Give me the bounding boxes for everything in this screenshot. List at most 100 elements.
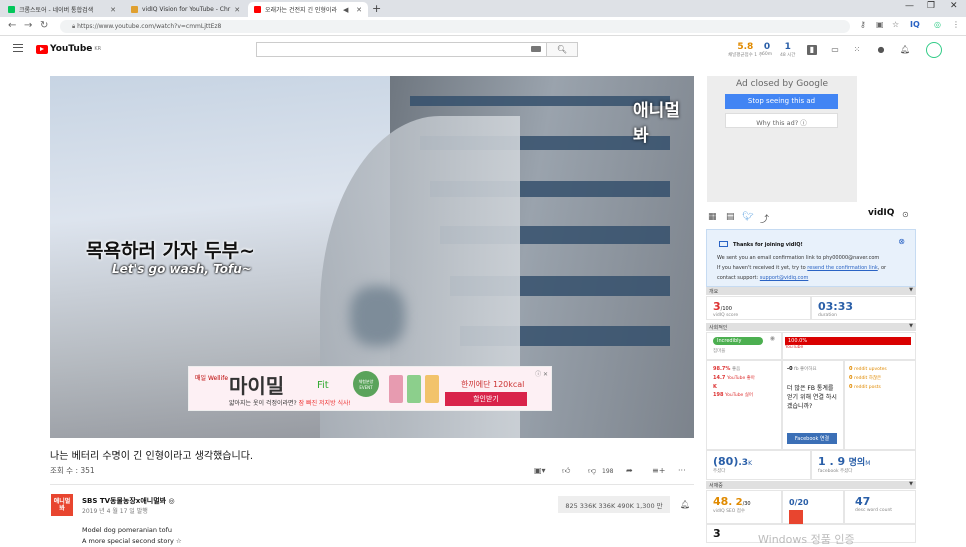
reddit-posts-count: 0 (849, 384, 853, 390)
trend-icon[interactable]: ⤴ (760, 212, 769, 225)
section-header-seo[interactable]: 서재중 ▼ (706, 481, 916, 489)
subscriber-stats-button[interactable]: 825 336K 336K 490K 1,300 만 (558, 496, 670, 513)
collapse-icon[interactable]: ▼ (909, 323, 913, 329)
tab-label: 크롬스토어 - 네이버 통합검색 (19, 7, 94, 14)
collapse-icon[interactable]: ▼ (909, 481, 913, 487)
search-button[interactable]: 🔍︎ (546, 42, 578, 57)
notifications-bell-icon[interactable]: 🔔︎ (900, 45, 910, 55)
vidiq-stats-icon[interactable]: ▮ (807, 45, 817, 55)
url-field[interactable]: 🔒︎ https://www.youtube.com/watch?v=cmmLj… (60, 20, 850, 33)
share-icon[interactable]: ➦ (626, 466, 633, 475)
close-icon[interactable]: ✕ (356, 6, 362, 14)
ad-product-image (425, 375, 439, 403)
reddit-downvotes-label: reddit 하찮은 (854, 376, 882, 381)
section-header-overview[interactable]: 개요 ▼ (706, 287, 916, 295)
forward-icon[interactable]: → (24, 20, 32, 31)
reddit-cell: 0 reddit upvotes 0 reddit 하찮은 0 reddit p… (844, 360, 916, 450)
reload-icon[interactable]: ↻ (40, 20, 48, 31)
notice-close-icon[interactable]: ⊗ (898, 237, 905, 246)
tab-naver[interactable]: 크롬스토어 - 네이버 통합검색 ✕ (2, 2, 122, 17)
keyboard-icon[interactable] (531, 46, 541, 52)
facebook-connect-button[interactable]: Facebook 연결 (787, 433, 837, 444)
windows-activation-watermark: Windows 정품 인증 (758, 533, 855, 546)
ad-tagline: 얇아지는 옷이 걱정이라면? 잠 빠진 저지방 식사! (229, 398, 351, 407)
minimize-icon[interactable]: — (905, 1, 914, 11)
tab-youtube[interactable]: 오래가는 건전지 긴 인형이라 ◀ ✕ (248, 2, 368, 17)
star-icon[interactable]: ☆ (892, 20, 899, 29)
naver-icon (8, 6, 15, 13)
back-icon[interactable]: ← (8, 20, 16, 31)
dislike-icon[interactable]: 👎︎ (588, 466, 596, 476)
window-close-icon[interactable]: ✕ (950, 1, 958, 11)
collapse-icon[interactable]: ▼ (909, 287, 913, 293)
translate-icon[interactable]: ▣ (876, 20, 884, 29)
vidiq-extension-icon[interactable]: IQ (910, 20, 920, 29)
ad-close-icon[interactable]: ⓘ ✕ (535, 369, 548, 378)
score-label: vidIQ score (713, 313, 739, 318)
add-to-playlist-icon[interactable]: ≡+ (652, 466, 665, 475)
comments-cell: (80).3K 주셨다 (706, 450, 811, 480)
facebook-shares-label: facebook 주셨다 (818, 469, 853, 474)
section-header-social[interactable]: 사회적인 ▼ (706, 323, 916, 331)
vidiq-list-icon[interactable]: ▤ (726, 212, 735, 222)
stat-value: 0 (763, 42, 771, 52)
reddit-upvotes-label: reddit upvotes (854, 367, 887, 372)
apps-grid-icon[interactable]: ⁙ (852, 45, 862, 55)
vidiq-channel-score[interactable]: 5.8 채널평균점수 1 주 (728, 42, 763, 58)
maximize-icon[interactable]: ❐ (927, 1, 935, 11)
notice-line: If you haven't received it yet, try to r… (717, 263, 905, 273)
youtube-likes-label: YouTube 좋아 (726, 376, 755, 381)
hamburger-menu-icon[interactable] (13, 44, 23, 52)
youtube-share-label: YouTube (785, 345, 804, 350)
description-line: Model dog pomeranian tofu (82, 526, 172, 534)
more-icon[interactable]: ··· (678, 466, 686, 475)
messages-icon[interactable]: ● (876, 45, 886, 55)
facebook-likes: -0 (787, 366, 793, 372)
tab-vidiq[interactable]: vidIQ Vision for YouTube - Chr ✕ (125, 2, 245, 17)
avatar[interactable] (926, 42, 942, 58)
section-title: 사회적인 (709, 325, 728, 331)
channel-name[interactable]: SBS TV동물농장x애니멀봐 ◎ (82, 496, 175, 506)
youtube-play-icon (36, 44, 48, 54)
youtube-likes-unit: K (713, 384, 717, 390)
vidiq-collapse-icon[interactable]: ⊙ (902, 210, 909, 219)
speaker-icon: ◀ (342, 5, 349, 14)
channel-avatar[interactable]: 애니멀봐 (51, 494, 73, 516)
notice-line: We sent you an email confirmation link t… (717, 255, 880, 261)
tab-label: vidIQ Vision for YouTube - Chr (142, 6, 231, 13)
vidiq-tags-icon[interactable]: ▣▾ (534, 466, 546, 475)
video-player[interactable]: 애니멀봐 목욕하러 가자 두부~ Let's go wash, Tofu~ 매일… (50, 76, 694, 438)
like-ratio: 98.7% (713, 366, 731, 372)
facebook-shares-m: M (865, 460, 871, 467)
ad-cta-button[interactable]: 할인받기 (445, 392, 527, 406)
menu-icon[interactable]: ⋮ (952, 20, 960, 29)
support-link[interactable]: support@vidiq.com (760, 275, 809, 281)
vidiq-grid-icon[interactable]: ▦ (708, 212, 717, 222)
why-this-ad-button[interactable]: Why this ad? ⓘ (725, 113, 838, 128)
bell-icon[interactable]: 🔔︎ (680, 500, 690, 509)
facebook-shares-cell: 1 . 9 명의M facebook 주셨다 (811, 450, 916, 480)
like-icon[interactable]: 👍︎ (562, 466, 570, 476)
facebook-shares-value: 1 . 9 (818, 455, 846, 468)
search-input[interactable] (256, 42, 546, 57)
vidiq-48h-views[interactable]: 1 48 시간 (780, 42, 795, 58)
stat-label: 48 시간 (780, 53, 796, 58)
overlay-ad[interactable]: 매일 Wellife 마이밀 Fit 체험분양 EVENT 얇아지는 옷이 걱정… (188, 366, 552, 411)
twitter-icon[interactable]: 🐦︎ (742, 212, 753, 222)
close-icon[interactable]: ✕ (234, 6, 240, 14)
new-tab-button[interactable]: + (372, 2, 381, 15)
duration-value: 03:33 (818, 300, 854, 313)
profile-icon[interactable]: ◎ (934, 20, 941, 29)
ad-tagline-highlight: 잠 빠진 저지방 식사! (298, 400, 351, 407)
youtube-logo[interactable]: YouTube KR (36, 44, 101, 54)
facebook-shares-unit: 명의 (848, 458, 866, 468)
vidiq-60m-views[interactable]: 0 60m (762, 42, 772, 57)
stop-seeing-ad-button[interactable]: Stop seeing this ad (725, 94, 838, 109)
upload-icon[interactable]: ▭ (830, 45, 840, 55)
youtube-likes: 14.7 (713, 375, 726, 381)
close-icon[interactable]: ✕ (110, 6, 116, 14)
stat-value: 5.8 (737, 42, 754, 52)
key-icon[interactable]: ⚷ (860, 20, 866, 29)
ad-product-image (407, 375, 421, 403)
resend-link[interactable]: resend the confirmation link (807, 265, 877, 271)
